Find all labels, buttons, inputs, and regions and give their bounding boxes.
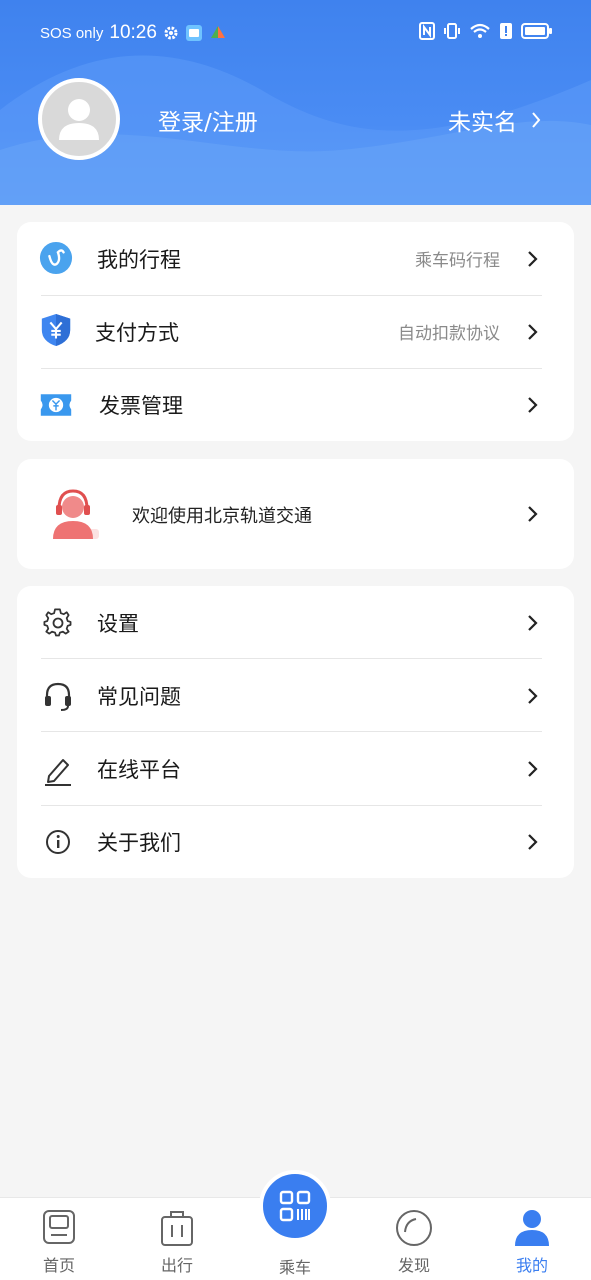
- nav-label: 发现: [397, 1256, 430, 1275]
- nav-travel[interactable]: 出行: [137, 1208, 217, 1276]
- gear-icon: [41, 606, 75, 640]
- menu-item-sub: 乘车码行程: [415, 251, 500, 271]
- realname-label: 未实名: [448, 110, 517, 136]
- menu-item-sub: 自动扣款协议: [398, 324, 500, 344]
- menu-item-label: 在线平台: [97, 757, 181, 782]
- account-card: 我的行程 乘车码行程 支付方式 自动扣款协议 发票管理: [17, 222, 574, 441]
- realname-status-link[interactable]: 未实名: [448, 103, 541, 137]
- nav-home[interactable]: 首页: [19, 1208, 99, 1276]
- trip-icon: [39, 241, 73, 275]
- menu-item-faq[interactable]: 常见问题: [17, 659, 574, 732]
- headset-icon: [41, 679, 75, 713]
- menu-item-payment[interactable]: 支付方式 自动扣款协议: [17, 295, 574, 368]
- app-notification-icon-2: [210, 26, 225, 38]
- status-bar: SOS only 10:26: [0, 18, 591, 48]
- gear-status-icon: [164, 26, 178, 40]
- chevron-right-icon: [528, 396, 538, 413]
- home-train-icon: [43, 1210, 75, 1244]
- welcome-card[interactable]: 欢迎使用北京轨道交通: [17, 459, 574, 569]
- wifi-icon: [470, 23, 490, 38]
- nav-label: 我的: [515, 1256, 548, 1275]
- avatar[interactable]: [38, 78, 120, 160]
- chevron-right-icon: [528, 323, 538, 340]
- person-icon: [515, 1210, 549, 1246]
- welcome-text: 欢迎使用北京轨道交通: [132, 506, 312, 527]
- settings-card: 设置 常见问题 在线平台 关于我们: [17, 586, 574, 878]
- chevron-right-icon: [528, 833, 538, 850]
- app-notification-icon: [185, 25, 202, 41]
- menu-item-label: 关于我们: [97, 830, 181, 855]
- nav-discover[interactable]: 发现: [374, 1208, 454, 1276]
- alert-icon: [500, 23, 512, 39]
- nav-label: 出行: [160, 1256, 193, 1275]
- menu-item-online-platform[interactable]: 在线平台: [17, 732, 574, 805]
- profile-header: SOS only 10:26 登录/注册 未实名: [0, 0, 591, 205]
- chevron-right-icon: [532, 112, 541, 128]
- chevron-right-icon: [528, 250, 538, 267]
- menu-item-label: 发票管理: [99, 393, 183, 418]
- sos-status: SOS only: [40, 24, 104, 42]
- user-placeholder-icon: [59, 99, 99, 140]
- menu-item-label: 常见问题: [97, 684, 181, 709]
- chevron-right-icon: [528, 687, 538, 704]
- nav-label: 首页: [42, 1256, 75, 1275]
- nav-ride-button[interactable]: [259, 1170, 331, 1242]
- menu-item-invoice[interactable]: 发票管理: [17, 368, 574, 441]
- info-icon: [41, 825, 75, 859]
- discover-icon: [396, 1210, 432, 1246]
- nav-label: 乘车: [278, 1258, 311, 1277]
- menu-item-label: 设置: [97, 611, 139, 636]
- menu-item-my-trips[interactable]: 我的行程 乘车码行程: [17, 222, 574, 295]
- luggage-icon: [161, 1211, 193, 1246]
- battery-icon: [521, 23, 552, 39]
- chevron-right-icon: [528, 614, 538, 631]
- chevron-right-icon: [528, 760, 538, 777]
- menu-item-about-us[interactable]: 关于我们: [17, 805, 574, 878]
- clock: 10:26: [109, 22, 157, 43]
- chevron-right-icon: [528, 506, 538, 522]
- payment-shield-icon: [39, 313, 73, 347]
- nfc-icon: [419, 22, 435, 40]
- invoice-ticket-icon: [39, 388, 73, 422]
- customer-service-avatar-icon: [45, 485, 105, 545]
- qr-code-icon: [279, 1190, 311, 1222]
- login-register-link[interactable]: 登录/注册: [158, 103, 258, 137]
- menu-item-settings[interactable]: 设置: [17, 586, 574, 659]
- vibrate-icon: [444, 23, 460, 39]
- menu-item-label: 支付方式: [95, 320, 179, 345]
- bottom-navigation: 首页 出行 乘车 发现 我的: [0, 1170, 591, 1280]
- edit-icon: [41, 752, 75, 786]
- menu-item-label: 我的行程: [97, 247, 181, 272]
- nav-mine[interactable]: 我的: [492, 1208, 572, 1276]
